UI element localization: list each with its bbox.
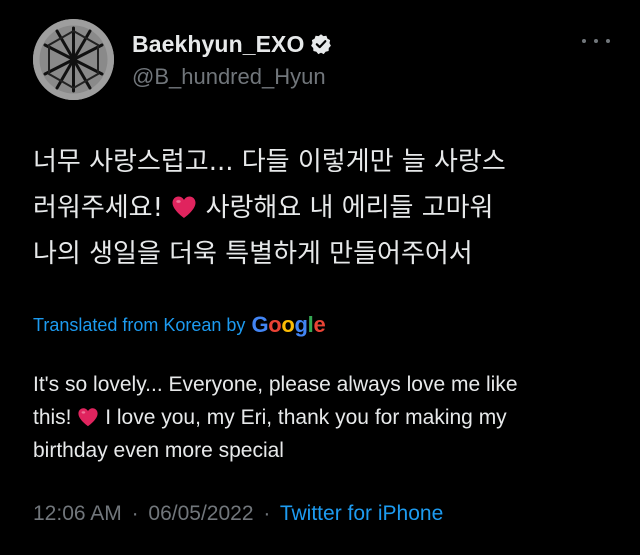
tweet-text-korean: 너무 사랑스럽고... 다들 이렇게만 늘 사랑스 러워주세요! 사랑해요 내 … (33, 139, 623, 277)
author-handle[interactable]: @B_hundred_Hyun (132, 64, 326, 90)
translation-fragment: this! (33, 406, 72, 429)
tweet-text-fragment: 사랑해요 내 에리들 고마워 (205, 193, 494, 223)
tweet-text-translation: It's so lovely... Everyone, please alway… (33, 368, 623, 467)
tweet-metadata: 12:06 AM · 06/05/2022 · Twitter for iPho… (33, 502, 443, 526)
translation-line: this! I love you, my Eri, thank you for … (33, 401, 623, 434)
red-heart-icon (78, 408, 98, 427)
tweet-line: 러워주세요! 사랑해요 내 에리들 고마워 (33, 185, 623, 231)
profile-avatar[interactable] (33, 19, 114, 100)
translation-fragment: I love you, my Eri, thank you for making… (105, 406, 507, 429)
meta-separator: · (131, 502, 139, 525)
exo-logo-avatar-icon (33, 19, 114, 100)
author-name-row[interactable]: Baekhyun_EXO (132, 30, 332, 58)
translation-line: It's so lovely... Everyone, please alway… (33, 373, 518, 396)
tweet-line: 나의 생일을 더욱 특별하게 만들어주어서 (33, 239, 473, 269)
verified-badge-icon (310, 34, 331, 55)
tweet-card: Baekhyun_EXO @B_hundred_Hyun 너무 사랑스럽고...… (0, 0, 640, 555)
meta-separator: · (263, 502, 271, 525)
more-dot (606, 39, 610, 43)
tweet-time[interactable]: 12:06 AM (33, 502, 122, 525)
translation-attribution[interactable]: Translated from Korean by Google (33, 312, 326, 338)
author-display-name[interactable]: Baekhyun_EXO (132, 31, 305, 58)
more-options-icon[interactable] (582, 34, 610, 48)
tweet-date[interactable]: 06/05/2022 (148, 502, 253, 525)
more-dot (594, 39, 598, 43)
translation-line: birthday even more special (33, 439, 284, 462)
tweet-source-link[interactable]: Twitter for iPhone (280, 502, 443, 525)
tweet-line: 너무 사랑스럽고... 다들 이렇게만 늘 사랑스 (33, 147, 506, 177)
more-dot (582, 39, 586, 43)
tweet-text-fragment: 러워주세요! (33, 193, 164, 223)
google-logo: Google (251, 312, 326, 337)
red-heart-icon (172, 196, 196, 218)
translated-label: Translated from Korean by (33, 314, 246, 335)
